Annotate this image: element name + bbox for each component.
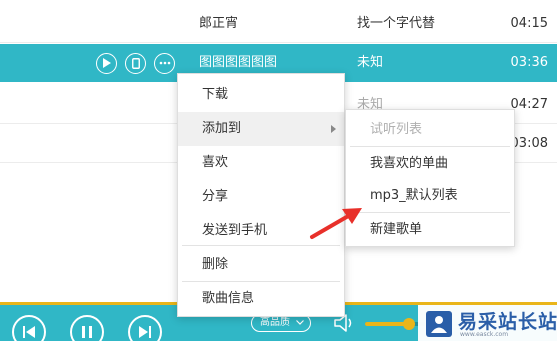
submenu-item-preview-list: 试听列表 [370, 122, 423, 137]
watermark: 易采站长站 www.easck.com [418, 305, 557, 341]
row-actions [96, 44, 175, 82]
menu-item-delete[interactable]: 删除 [178, 248, 344, 282]
pause-icon[interactable] [70, 315, 104, 341]
submenu-arrow-icon [331, 125, 336, 133]
menu-divider [350, 146, 510, 147]
annotation-arrow-icon [310, 208, 362, 239]
phone-icon[interactable] [125, 52, 146, 74]
song-album: 找一个字代替 [357, 16, 436, 31]
submenu-item-new-playlist[interactable]: 新建歌单 [346, 214, 514, 246]
submenu-item-default-list[interactable]: mp3_默认列表 [346, 180, 514, 212]
menu-item-song-info[interactable]: 歌曲信息 [178, 282, 344, 316]
next-icon[interactable] [128, 315, 162, 341]
song-album: 未知 [357, 55, 384, 70]
volume-knob[interactable] [402, 318, 415, 330]
menu-item-like[interactable]: 喜欢 [178, 146, 344, 180]
song-duration: 03:36 [510, 55, 548, 70]
play-icon[interactable] [96, 52, 117, 74]
song-artist: 郎正宵 [199, 16, 239, 31]
menu-item-download[interactable]: 下载 [178, 78, 344, 112]
menu-item-label: 添加到 [202, 121, 242, 136]
song-duration: 04:15 [510, 16, 548, 31]
submenu-item-favorites[interactable]: 我喜欢的单曲 [346, 148, 514, 180]
song-duration: 04:27 [510, 97, 548, 112]
watermark-url: www.easck.com [460, 331, 509, 338]
context-menu: 下载 添加到 喜欢 分享 发送到手机 删除 歌曲信息 [177, 73, 345, 317]
previous-icon[interactable] [12, 315, 46, 341]
menu-divider [350, 212, 510, 213]
menu-divider [182, 245, 340, 246]
song-row[interactable]: 郎正宵 找一个字代替 04:15 [0, 5, 557, 43]
quality-label: 高品质 [260, 317, 290, 328]
watermark-logo [426, 311, 452, 337]
volume-slider[interactable] [365, 318, 425, 330]
song-duration: 03:08 [510, 136, 548, 151]
more-icon[interactable] [154, 52, 175, 74]
add-to-submenu: 试听列表 我喜欢的单曲 mp3_默认列表 新建歌单 [345, 109, 515, 247]
menu-item-add-to[interactable]: 添加到 [178, 112, 344, 146]
watermark-name: 易采站长站 [458, 311, 557, 333]
chevron-down-icon [296, 320, 304, 325]
